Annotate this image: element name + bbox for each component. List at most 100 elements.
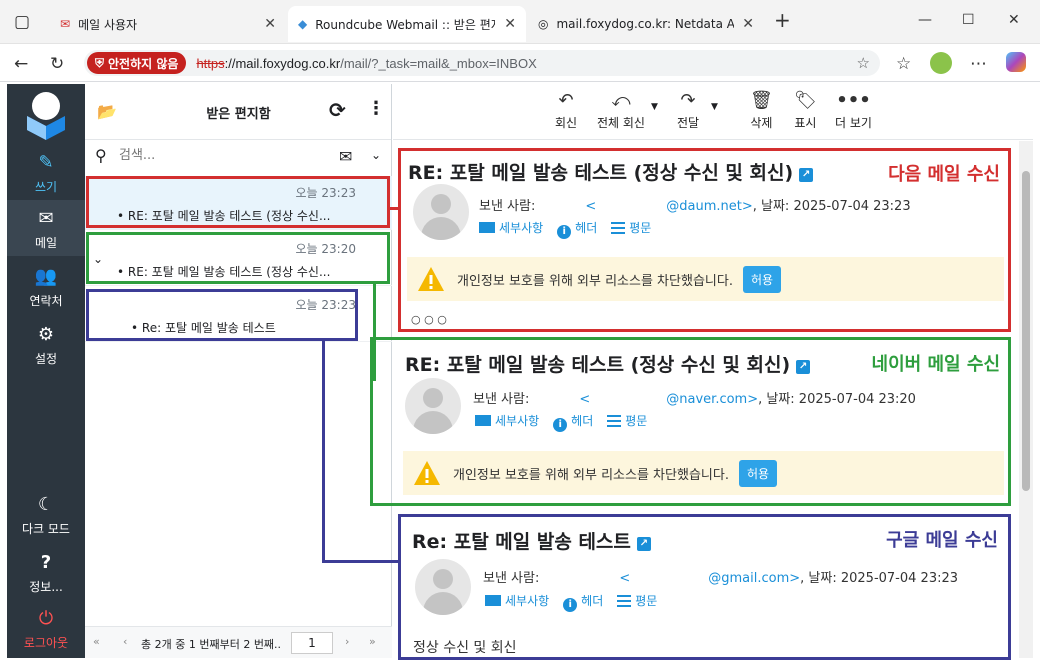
- plain-link[interactable]: 평문: [617, 592, 657, 612]
- tab-mail-users[interactable]: ✉ 메일 사용자 ✕: [50, 6, 286, 42]
- more-button[interactable]: ••• 더 보기: [835, 90, 872, 131]
- viewer-scrollbar[interactable]: [1019, 141, 1033, 658]
- close-tab-icon[interactable]: ✕: [264, 16, 276, 32]
- details-link[interactable]: 세부사항: [475, 412, 539, 432]
- list-menu-icon[interactable]: ⋮: [367, 98, 385, 119]
- nav-mail[interactable]: ✉ 메일: [7, 200, 85, 256]
- headers-link[interactable]: i 헤더: [563, 592, 603, 612]
- date-text: , 날짜: 2025-07-04 23:23: [800, 571, 959, 586]
- minimize-icon[interactable]: —: [918, 12, 932, 28]
- headers-link[interactable]: i 헤더: [553, 412, 593, 432]
- reply-icon: ↶: [558, 90, 574, 111]
- nav-dark-mode[interactable]: ☾ 다크 모드: [7, 486, 85, 542]
- browser-tab-bar: ▢ ✉ 메일 사용자 ✕ ◆ Roundcube Webmail :: 받은 편…: [0, 0, 1040, 44]
- headers-label: 헤더: [575, 221, 598, 235]
- mark-button[interactable]: 🏷 표시: [794, 90, 817, 131]
- nav-compose-label: 쓰기: [34, 180, 58, 194]
- favorites-icon[interactable]: ☆: [896, 54, 911, 74]
- remote-resource-notice: 개인정보 보호를 위해 외부 리소스를 차단했습니다. 허용: [407, 257, 1004, 301]
- reload-icon[interactable]: ↻: [50, 54, 64, 74]
- url-text: https://mail.foxydog.co.kr/mail/?_task=m…: [196, 56, 536, 71]
- from-address[interactable]: @naver.com>: [666, 392, 758, 407]
- nav-compose[interactable]: ✎ 쓰기: [7, 144, 85, 200]
- back-icon[interactable]: ←: [14, 54, 28, 74]
- allow-button[interactable]: 허용: [738, 459, 778, 487]
- details-label: 세부사항: [495, 414, 540, 428]
- allow-button[interactable]: 허용: [742, 265, 782, 293]
- subject-text: RE: 포탈 메일 발송 테스트 (정상 수신 및 회신): [405, 354, 791, 376]
- nav-dark-mode-label: 다크 모드: [22, 522, 70, 536]
- chevron-down-icon[interactable]: ⌄: [371, 148, 381, 162]
- headers-link[interactable]: i 헤더: [557, 219, 597, 239]
- scrollbar-thumb[interactable]: [1022, 171, 1030, 491]
- from-address[interactable]: @daum.net>: [666, 199, 752, 214]
- delete-button[interactable]: 🗑 삭제: [750, 90, 773, 131]
- search-input[interactable]: [119, 148, 319, 163]
- open-external-icon[interactable]: ↗: [796, 360, 811, 374]
- from-lt[interactable]: <: [579, 392, 590, 407]
- close-tab-icon[interactable]: ✕: [504, 16, 516, 32]
- message-toolbar: ↶ 회신 ⤺ 전체 회신 ▼ ↷ 전달 ▼ 🗑 삭제 🏷 표시 ••• 더 보기: [393, 84, 1033, 140]
- bookmark-star-icon[interactable]: ☆: [857, 54, 870, 72]
- nav-logout-label: 로그아웃: [23, 636, 69, 650]
- details-link[interactable]: 세부사항: [479, 219, 543, 239]
- gmail-favicon-icon: ✉: [60, 17, 71, 31]
- first-page-icon[interactable]: «: [93, 635, 100, 648]
- new-tab-icon[interactable]: +: [774, 8, 791, 32]
- nav-settings[interactable]: ⚙ 설정: [7, 316, 85, 372]
- close-tab-icon[interactable]: ✕: [742, 16, 754, 32]
- open-external-icon[interactable]: ↗: [799, 168, 814, 182]
- copilot-icon[interactable]: [1006, 52, 1026, 72]
- reply-all-dropdown-icon[interactable]: ▼: [651, 102, 658, 112]
- nav-about-label: 정보...: [29, 580, 63, 594]
- tab-label: Roundcube Webmail :: 받은 편지함: [315, 17, 496, 32]
- delete-label: 삭제: [750, 116, 773, 130]
- tab-netdata[interactable]: ◎ mail.foxydog.co.kr: Netdata Agent ✕: [528, 6, 764, 42]
- next-page-icon[interactable]: ›: [345, 635, 349, 648]
- more-menu-icon[interactable]: ⋯: [970, 54, 987, 74]
- tab-actions-icon[interactable]: ▢: [14, 12, 30, 32]
- reply-all-label: 전체 회신: [597, 116, 645, 130]
- reply-button[interactable]: ↶ 회신: [555, 90, 577, 131]
- prev-page-icon[interactable]: ‹: [123, 635, 127, 648]
- search-icon[interactable]: ⚲: [95, 146, 107, 165]
- tab-roundcube[interactable]: ◆ Roundcube Webmail :: 받은 편지함 ✕: [288, 6, 526, 42]
- plain-link[interactable]: 평문: [611, 219, 651, 239]
- connector-gmail-v: [322, 340, 325, 562]
- envelope-filter-icon[interactable]: ✉: [339, 147, 352, 166]
- profile-avatar-icon[interactable]: [930, 52, 952, 74]
- annotation-box-naver: [86, 232, 390, 284]
- nav-contacts[interactable]: 👥 연락처: [7, 258, 85, 314]
- security-badge[interactable]: ⛨ 안전하지 않음: [87, 52, 187, 74]
- tab-label: 메일 사용자: [78, 17, 138, 32]
- refresh-icon[interactable]: ⟳: [329, 98, 346, 122]
- from-address[interactable]: @gmail.com>: [708, 571, 800, 586]
- message-card-naver: RE: 포탈 메일 발송 테스트 (정상 수신 및 회신) ↗ 네이버 메일 수신…: [370, 337, 1011, 506]
- last-page-icon[interactable]: »: [369, 635, 376, 648]
- globe-icon: ◎: [538, 17, 549, 31]
- details-label: 세부사항: [505, 594, 550, 608]
- forward-dropdown-icon[interactable]: ▼: [711, 102, 718, 112]
- close-window-icon[interactable]: ✕: [1008, 12, 1020, 28]
- plain-link[interactable]: 평문: [607, 412, 647, 432]
- from-label: 보낸 사람:: [479, 199, 536, 214]
- details-link[interactable]: 세부사항: [485, 592, 549, 612]
- maximize-icon[interactable]: ☐: [962, 12, 975, 28]
- url-field[interactable]: ⛨ 안전하지 않음 https://mail.foxydog.co.kr/mai…: [84, 50, 880, 76]
- envelope-icon: [485, 595, 501, 606]
- from-lt[interactable]: <: [585, 199, 596, 214]
- open-external-icon[interactable]: ↗: [636, 537, 651, 551]
- nav-about[interactable]: ? 정보...: [7, 544, 85, 600]
- page-number-input[interactable]: 1: [291, 632, 333, 654]
- from-lt[interactable]: <: [619, 571, 630, 586]
- url-proto: https: [196, 55, 225, 71]
- message-body-preview: ○ ○ ○: [411, 313, 447, 326]
- tab-label: mail.foxydog.co.kr: Netdata Agent: [556, 17, 735, 31]
- date-text: , 날짜: 2025-07-04 23:20: [758, 392, 916, 407]
- warning-shield-icon: ⛨: [95, 55, 105, 70]
- nav-logout[interactable]: ⏻ 로그아웃: [7, 600, 85, 656]
- headers-label: 헤더: [581, 594, 604, 608]
- compose-icon: ✎: [38, 152, 54, 173]
- reply-all-button[interactable]: ⤺ 전체 회신: [597, 90, 645, 131]
- forward-button[interactable]: ↷ 전달: [677, 90, 699, 131]
